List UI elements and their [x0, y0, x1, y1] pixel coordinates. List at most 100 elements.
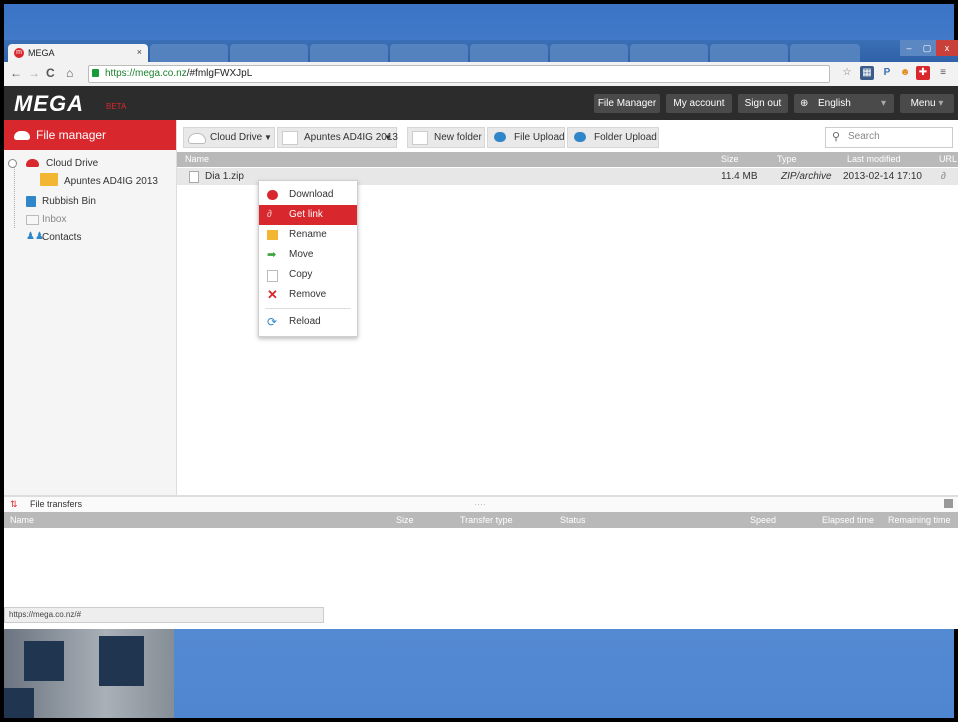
tab-title: MEGA	[28, 48, 55, 58]
context-item-remove[interactable]: ✕ Remove	[259, 285, 357, 305]
search-icon: ⚲	[832, 131, 841, 143]
tab-background[interactable]	[550, 44, 628, 62]
inbox-icon	[26, 215, 39, 225]
move-icon: ➡	[267, 249, 277, 261]
tab-background[interactable]	[710, 44, 788, 62]
file-list-header: Name Size Type Last modified URL	[177, 152, 958, 167]
context-item-get-link[interactable]: ∂ Get link	[259, 205, 357, 225]
remove-icon: ✕	[267, 287, 278, 302]
home-icon[interactable]: ⌂	[66, 66, 73, 80]
tab-background[interactable]	[470, 44, 548, 62]
menu-label: Menu	[910, 98, 936, 109]
resize-handle-icon[interactable]: ····	[474, 497, 486, 512]
language-select[interactable]: ⊕ English ▾	[794, 94, 894, 113]
context-item-download[interactable]: Download	[259, 185, 357, 205]
breadcrumb-cloud-drive[interactable]: Cloud Drive ▼	[183, 127, 275, 148]
close-window-button[interactable]: x	[936, 40, 958, 56]
column-last-modified[interactable]: Last modified	[847, 152, 901, 167]
column-size: Size	[396, 515, 414, 525]
status-url: https://mega.co.nz/#	[9, 610, 82, 619]
file-manager-label: File manager	[36, 128, 107, 142]
sidebar-item-label: Contacts	[42, 232, 82, 243]
column-size[interactable]: Size	[721, 152, 739, 167]
transfers-header: Name Size Transfer type Status Speed Ela…	[4, 512, 958, 528]
tab-background[interactable]	[310, 44, 388, 62]
contacts-icon: ♟♟	[26, 231, 44, 242]
sidebar: File manager Cloud Drive Apuntes AD4IG 2…	[4, 120, 177, 495]
column-remaining-time: Remaining time	[888, 515, 951, 525]
reload-icon[interactable]: C	[46, 66, 55, 80]
column-type[interactable]: Type	[777, 152, 797, 167]
file-manager-button[interactable]: File Manager	[594, 94, 660, 113]
tab-background[interactable]	[630, 44, 708, 62]
upload-icon	[494, 132, 506, 142]
rename-icon	[267, 230, 278, 240]
download-icon	[267, 190, 278, 200]
tab-background[interactable]	[390, 44, 468, 62]
browser-window: m MEGA × – ▢ x ← → C ⌂ https://mega.co.n…	[4, 40, 958, 629]
chevron-down-icon: ▼	[264, 133, 272, 142]
new-folder-button[interactable]: New folder	[407, 127, 485, 148]
toolbar: Cloud Drive ▼ Apuntes AD4IG 2013 ▼ New f…	[177, 120, 958, 152]
maximize-button[interactable]: ▢	[918, 40, 936, 56]
transfers-title: File transfers	[30, 499, 83, 509]
folder-upload-label: Folder Upload	[594, 132, 657, 143]
search-placeholder: Search	[848, 131, 880, 142]
status-bar: https://mega.co.nz/#	[4, 607, 324, 623]
lock-icon	[92, 69, 99, 77]
menu-button[interactable]: Menu ▾	[900, 94, 954, 113]
column-name[interactable]: Name	[185, 152, 209, 167]
my-account-button[interactable]: My account	[666, 94, 732, 113]
file-upload-label: File Upload	[514, 132, 565, 143]
url-text: https://mega.co.nz/#fmlgFWXJpL	[105, 68, 253, 79]
url-input[interactable]: https://mega.co.nz/#fmlgFWXJpL	[88, 65, 830, 83]
file-upload-button[interactable]: File Upload	[487, 127, 565, 148]
tab-background[interactable]	[230, 44, 308, 62]
link-icon: ∂	[267, 209, 272, 220]
extension-icon[interactable]: ☻	[898, 66, 912, 80]
cloud-icon	[188, 133, 206, 144]
context-item-move[interactable]: ➡ Move	[259, 245, 357, 265]
folder-icon	[40, 173, 58, 186]
transfers-bar[interactable]: ⇅ File transfers ····	[4, 497, 958, 512]
column-url[interactable]: URL	[939, 152, 957, 167]
forward-icon[interactable]: →	[28, 66, 40, 80]
extension-icon[interactable]: ▦	[860, 66, 874, 80]
breadcrumb-label: Cloud Drive	[210, 132, 263, 143]
context-item-rename[interactable]: Rename	[259, 225, 357, 245]
extension-icon[interactable]: P	[880, 66, 894, 80]
mega-logo[interactable]: MEGA	[14, 91, 84, 117]
extension-icon[interactable]: ✚	[916, 66, 930, 80]
folder-icon	[282, 131, 298, 145]
beta-label: BETA	[106, 102, 127, 111]
column-elapsed-time: Elapsed time	[822, 515, 875, 525]
folder-upload-button[interactable]: Folder Upload	[567, 127, 659, 148]
cloud-icon	[14, 131, 30, 140]
link-icon[interactable]: ∂	[941, 168, 946, 185]
tab-background[interactable]	[150, 44, 228, 62]
copy-icon	[267, 270, 278, 282]
collapse-icon[interactable]	[944, 499, 953, 508]
file-manager-tab[interactable]: File manager	[4, 120, 176, 150]
tab-background[interactable]	[790, 44, 860, 62]
column-name: Name	[10, 515, 35, 525]
language-label: English	[818, 98, 851, 109]
star-icon[interactable]: ☆	[840, 66, 854, 80]
chrome-menu-icon[interactable]: ≡	[936, 66, 950, 80]
tab-close-icon[interactable]: ×	[137, 47, 142, 57]
sidebar-item-label: Cloud Drive	[46, 158, 99, 169]
context-menu: Download ∂ Get link Rename ➡ Move Copy ✕…	[258, 180, 358, 337]
context-item-copy[interactable]: Copy	[259, 265, 357, 285]
back-icon[interactable]: ←	[10, 66, 22, 80]
sign-out-button[interactable]: Sign out	[738, 94, 788, 113]
menu-divider	[265, 308, 351, 309]
context-item-reload[interactable]: ⟳ Reload	[259, 312, 357, 332]
tab-mega[interactable]: m MEGA ×	[8, 44, 148, 62]
sidebar-item-label: Inbox	[42, 214, 67, 225]
breadcrumb-apuntes[interactable]: Apuntes AD4IG 2013 ▼	[277, 127, 398, 148]
search-input[interactable]: ⚲ Search	[825, 127, 953, 148]
chevron-down-icon: ▾	[880, 98, 886, 109]
cloud-icon	[26, 159, 39, 167]
minimize-button[interactable]: –	[900, 40, 918, 56]
address-bar: ← → C ⌂ https://mega.co.nz/#fmlgFWXJpL ☆…	[4, 62, 958, 87]
